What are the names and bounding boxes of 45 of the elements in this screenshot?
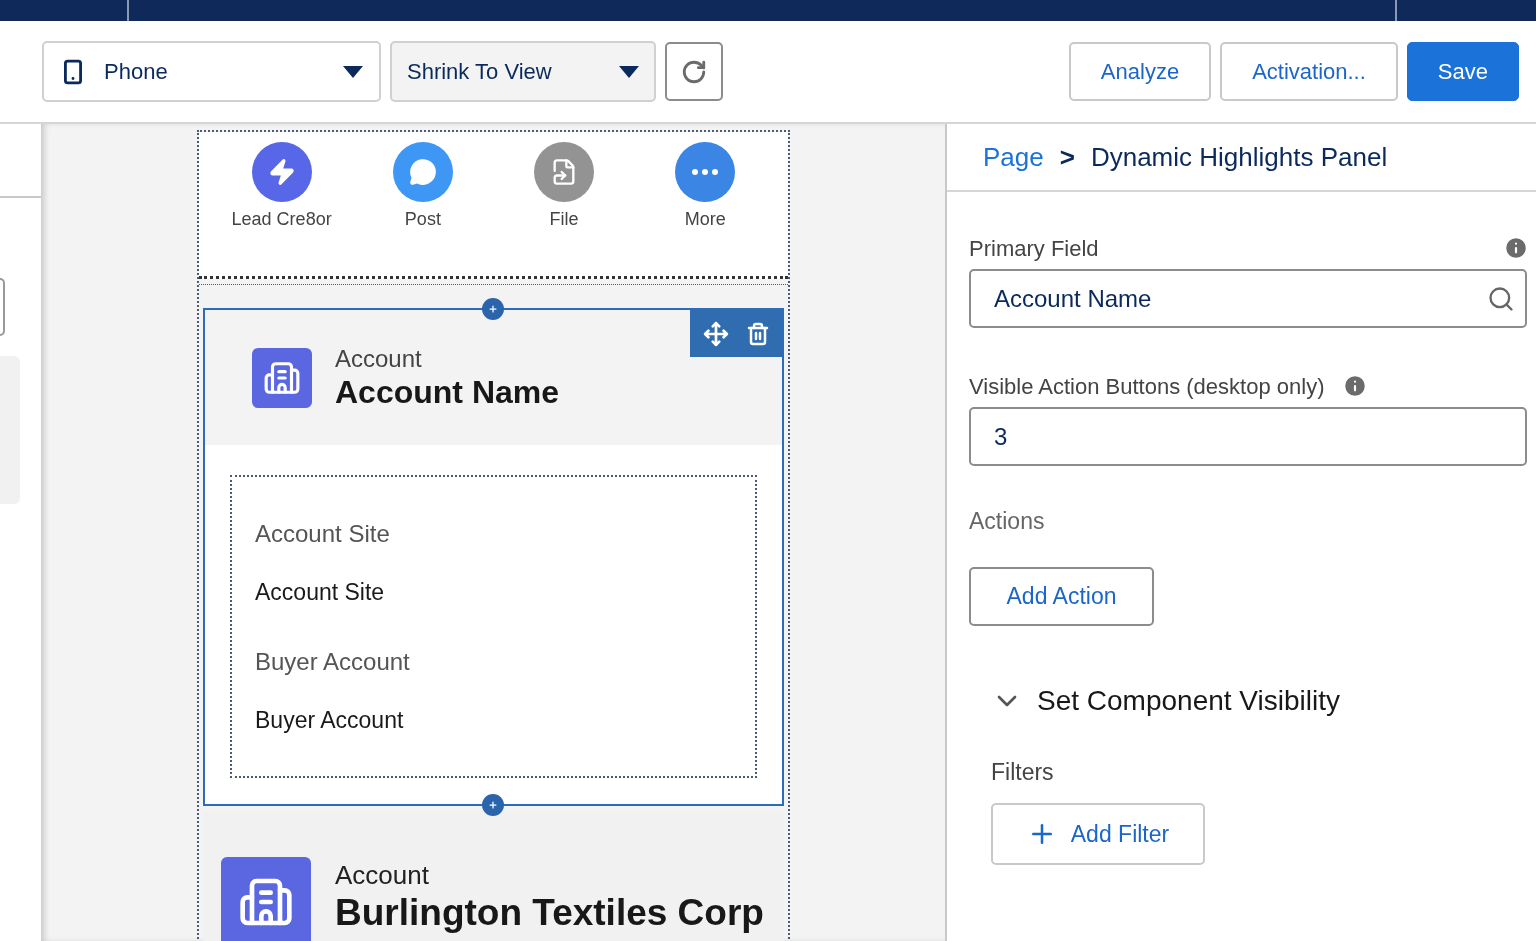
lightning-bolt-icon: [267, 158, 296, 186]
action-button[interactable]: File: [504, 142, 625, 276]
action-button[interactable]: More: [645, 142, 766, 276]
caret-icon: [619, 65, 639, 78]
section-toggle[interactable]: Set Component Visibility: [991, 679, 1340, 722]
panel-title: Dynamic Highlights Panel: [1090, 140, 1388, 174]
move-icon[interactable]: [702, 320, 729, 347]
toolbar-button[interactable]: Analyze: [1068, 42, 1212, 101]
object-label: Account: [335, 344, 423, 373]
zoom-select[interactable]: Shrink To View: [390, 41, 656, 102]
number-field[interactable]: 3: [969, 407, 1527, 466]
object-label: Account: [335, 859, 430, 891]
record-title: Account Name: [335, 372, 560, 411]
caret-icon: [343, 65, 363, 78]
refresh-icon: [681, 58, 707, 85]
field-value: Buyer Account: [255, 706, 405, 735]
section-label: Filters: [991, 757, 1055, 787]
field-value: Account Site: [255, 578, 386, 607]
add-action-button[interactable]: Add Action: [969, 566, 1154, 626]
add-filter-button[interactable]: Add Filter: [991, 803, 1205, 865]
panel-edge: [0, 278, 5, 336]
action-button[interactable]: Post: [362, 142, 483, 276]
device-select[interactable]: Phone: [42, 41, 381, 102]
field-label: Primary Field: [969, 234, 1099, 263]
field-label: Account Site: [255, 519, 391, 549]
refresh-button[interactable]: [665, 42, 723, 101]
highlights-panel[interactable]: Account Account Name Account Site Account Site Buyer Account Buyer Account: [203, 308, 784, 806]
search-field[interactable]: Account Name: [969, 269, 1527, 328]
search-icon: [1487, 284, 1515, 313]
section-label: Actions: [969, 507, 1046, 536]
breadcrumb-separator: >: [1059, 140, 1075, 174]
chat-bubble-icon: [408, 158, 437, 186]
primary-button[interactable]: Save: [1406, 42, 1519, 101]
more-icon: [692, 169, 719, 175]
building-icon: [221, 857, 311, 941]
field-label: Buyer Account: [255, 647, 411, 677]
field-label: Visible Action Buttons (desktop only): [969, 372, 1325, 401]
toolbar-button[interactable]: Activation...: [1220, 42, 1398, 101]
info-icon[interactable]: [1503, 235, 1529, 261]
breadcrumb-link[interactable]: Page: [983, 137, 1044, 177]
add-above-icon[interactable]: [482, 298, 504, 320]
building-icon: [252, 347, 312, 408]
record-title: Burlington Textiles Corp: [335, 891, 764, 935]
action-button[interactable]: Lead Cre8or: [221, 142, 342, 276]
trash-icon[interactable]: [745, 321, 770, 346]
